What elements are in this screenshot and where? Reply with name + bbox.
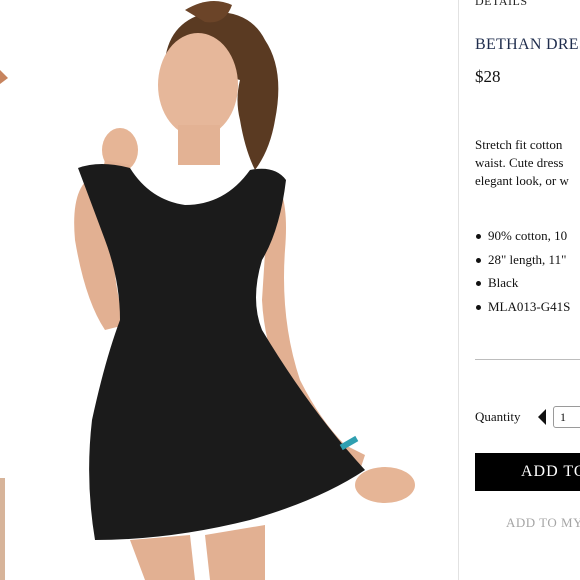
feature-list: 90% cotton, 10 28" length, 11" Black MLA… [475, 227, 570, 321]
bullet-icon [476, 304, 481, 310]
feature-item: 28" length, 11" [475, 251, 570, 275]
thumbnail-edge-lower [0, 478, 5, 580]
description-line: elegant look, or w [475, 173, 569, 188]
details-heading: DETAILS [475, 0, 528, 8]
quantity-decrease-arrow-icon[interactable] [538, 409, 546, 425]
feature-text: 90% cotton, 10 [488, 228, 568, 243]
description-line: waist. Cute dress [475, 155, 564, 170]
add-to-bag-button[interactable]: ADD TO [475, 453, 580, 491]
bullet-icon [476, 281, 481, 286]
section-divider [475, 359, 580, 360]
product-description: Stretch fit cotton waist. Cute dress ele… [475, 136, 569, 190]
product-details-panel: DETAILS BETHAN DRES $28 Stretch fit cott… [459, 0, 580, 580]
feature-text: 28" length, 11" [488, 251, 567, 267]
quantity-input[interactable] [553, 406, 580, 428]
add-to-wishlist-link[interactable]: ADD TO MY [506, 515, 580, 531]
product-title: BETHAN DRES [475, 36, 580, 53]
description-line: Stretch fit cotton [475, 137, 563, 152]
bullet-icon [476, 234, 481, 239]
product-price: $28 [475, 67, 501, 86]
feature-item: Black [475, 274, 570, 298]
bullet-icon [476, 257, 481, 263]
thumbnail-edge [0, 70, 8, 84]
feature-item: 90% cotton, 10 [475, 227, 570, 251]
feature-item: MLA013-G41S [475, 298, 570, 322]
feature-text: Black [488, 275, 519, 290]
product-photo [0, 0, 458, 580]
feature-text: MLA013-G41S [488, 298, 571, 314]
product-photo-image [0, 1, 415, 580]
quantity-label: Quantity [475, 409, 521, 424]
